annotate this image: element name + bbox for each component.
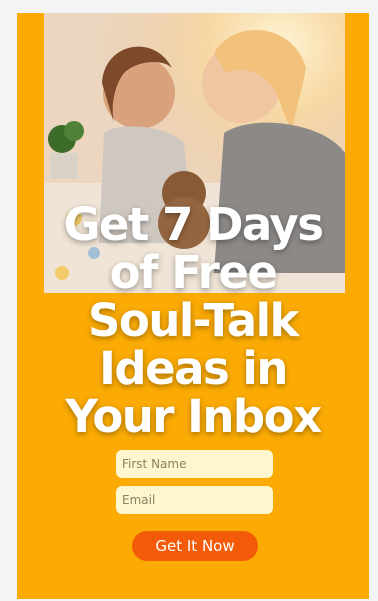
- headline-line-3: Soul-Talk: [88, 294, 299, 347]
- optin-card: Get 7 Days of Free Soul-Talk Ideas in Yo…: [17, 13, 369, 599]
- headline: Get 7 Days of Free Soul-Talk Ideas in Yo…: [17, 201, 369, 441]
- headline-line-4: Ideas in: [99, 342, 288, 395]
- headline-line-1: Get 7 Days: [63, 198, 324, 251]
- get-it-now-button[interactable]: Get It Now: [132, 531, 258, 561]
- headline-line-2: of Free: [109, 246, 278, 299]
- email-field[interactable]: [116, 486, 273, 514]
- headline-line-5: Your Inbox: [65, 390, 322, 443]
- first-name-field[interactable]: [116, 450, 273, 478]
